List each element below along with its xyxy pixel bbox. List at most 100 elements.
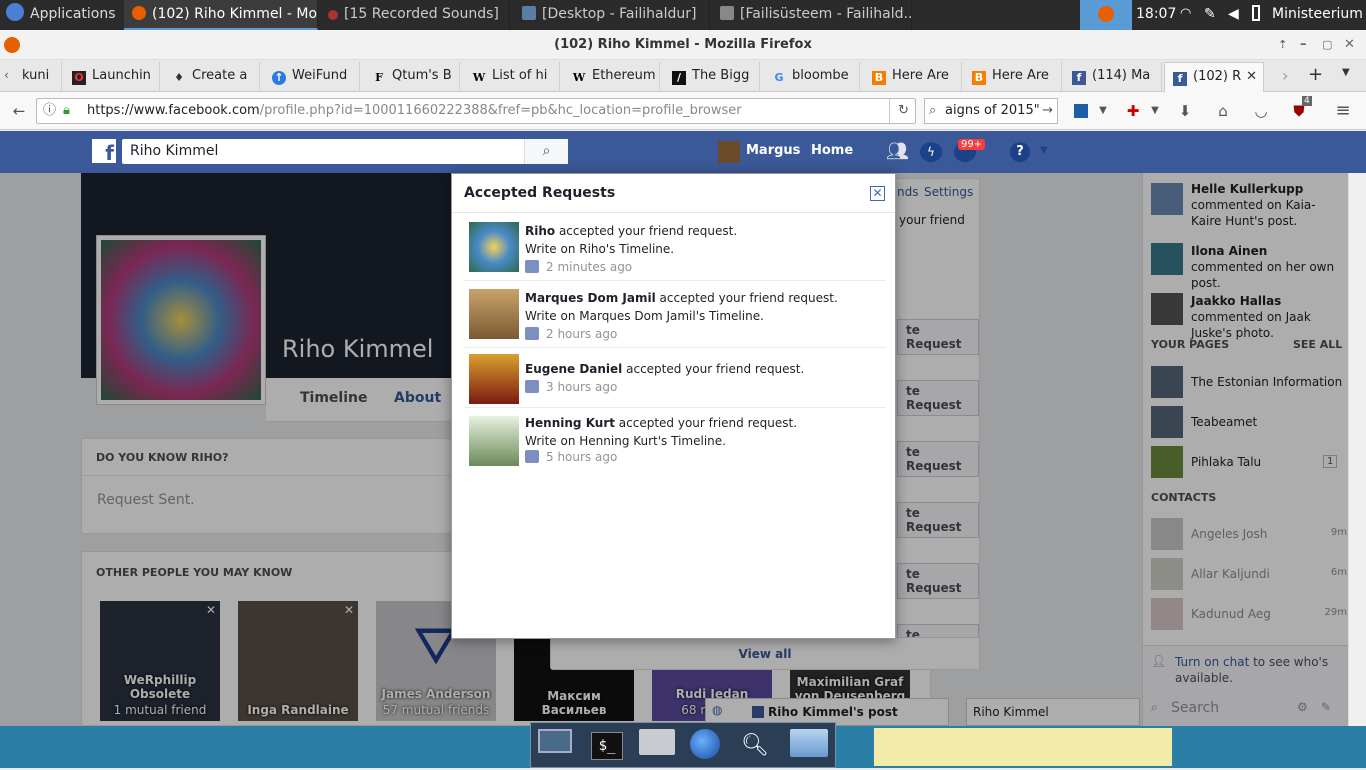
riho-avatar[interactable]	[469, 222, 519, 272]
window-up-icon[interactable]: ⇡	[1278, 30, 1287, 60]
maximize-icon[interactable]: ▢	[1322, 30, 1332, 60]
page-scrollbar[interactable]	[1348, 173, 1366, 726]
show-desktop-icon[interactable]	[535, 729, 575, 763]
sidebar-overlay	[1142, 173, 1348, 726]
henning-avatar[interactable]	[469, 416, 519, 466]
facebook-favicon: f	[1173, 72, 1187, 86]
request-name-link[interactable]: Henning Kurt	[525, 416, 615, 430]
request-item: Henning Kurt accepted your friend reques…	[464, 408, 886, 474]
window-titlebar: (102) Riho Kimmel - Mozilla Firefox ⇡ – …	[0, 30, 1366, 60]
url-bar[interactable]: ⓘ 🔒︎ https://www.facebook.com/profile.ph…	[36, 98, 916, 124]
record-icon	[328, 10, 338, 20]
tab-9[interactable]: B Here Are	[864, 62, 962, 92]
home-icon[interactable]: ⌂	[1214, 102, 1232, 120]
weifund-favicon: ↑	[272, 71, 286, 85]
download-icon[interactable]: ⬇	[1176, 102, 1194, 120]
marques-avatar[interactable]	[469, 289, 519, 339]
drive-icon	[720, 6, 734, 20]
friend-requests-icon[interactable]: 👥︎	[886, 141, 909, 162]
account-dropdown-icon[interactable]: ▼	[1040, 145, 1048, 156]
tab-scroll-right-icon[interactable]: ›	[1282, 66, 1288, 85]
cross-dropdown-icon[interactable]: ▼	[1146, 102, 1164, 120]
notes-icon[interactable]: ✎	[1204, 0, 1222, 30]
taskbar-item-sounds[interactable]: [15 Recorded Sounds]	[320, 0, 510, 30]
tab-12-active[interactable]: f (102) R ✕	[1164, 62, 1264, 92]
user-avatar[interactable]	[718, 141, 740, 163]
search-input[interactable]: ⌕ aigns of 2015" →	[924, 98, 1058, 124]
eugene-avatar[interactable]	[469, 354, 519, 404]
reload-icon[interactable]: ↻	[889, 99, 909, 123]
accepted-requests-dialog: Accepted Requests ✕ Riho accepted your f…	[451, 173, 896, 639]
tab-11[interactable]: f (114) Ma	[1064, 62, 1162, 92]
save-icon[interactable]	[1072, 102, 1090, 120]
workspace-switcher[interactable]	[1080, 0, 1132, 30]
blogger-favicon: B	[972, 71, 986, 85]
home-folder-icon[interactable]	[637, 729, 677, 763]
terminal-icon[interactable]: $_	[587, 729, 627, 763]
fb-search-button[interactable]: ⌕	[524, 139, 568, 164]
battery-icon[interactable]	[1252, 0, 1266, 30]
blogger-favicon: B	[872, 71, 886, 85]
tab-10[interactable]: B Here Are	[964, 62, 1062, 92]
oc-favicon: O	[72, 71, 86, 85]
request-item: Eugene Daniel accepted your friend reque…	[464, 348, 886, 408]
request-item: Riho accepted your friend request. Write…	[464, 214, 886, 281]
save-dropdown-icon[interactable]: ▼	[1094, 102, 1112, 120]
xfce-mouse-icon	[6, 3, 24, 21]
taskbar-item-firefox[interactable]: (102) Riho Kimmel - Mo...	[124, 0, 318, 30]
applications-menu[interactable]: Applications	[0, 0, 122, 30]
sticky-note	[874, 728, 1172, 766]
write-on-timeline-link[interactable]: Write on Henning Kurt's Timeline.	[525, 432, 726, 450]
search-go-icon[interactable]: →	[1042, 99, 1053, 123]
close-icon[interactable]: ✕	[870, 186, 885, 201]
firefox-app-icon	[4, 37, 20, 53]
tab-scroll-left-icon[interactable]: ‹	[4, 68, 9, 82]
back-icon[interactable]: ←	[10, 102, 28, 120]
request-name-link[interactable]: Marques Dom Jamil	[525, 291, 656, 305]
messenger-icon[interactable]: ϟ	[920, 142, 942, 162]
volume-icon[interactable]: ◀	[1228, 0, 1246, 30]
wikipedia-favicon: W	[472, 71, 486, 84]
tab-3[interactable]: ↑ WeiFund	[264, 62, 360, 92]
request-name-link[interactable]: Eugene Daniel	[525, 362, 622, 376]
home-link[interactable]: Home	[810, 143, 853, 158]
file-manager-icon[interactable]	[789, 729, 829, 763]
write-on-timeline-link[interactable]: Write on Riho's Timeline.	[525, 240, 674, 258]
new-tab-icon[interactable]: +	[1308, 64, 1323, 85]
menu-icon[interactable]: ≡	[1334, 102, 1352, 120]
wifi-icon[interactable]: ◠	[1180, 0, 1198, 30]
tab-5[interactable]: W List of hi	[464, 62, 560, 92]
help-icon[interactable]: ?	[1010, 142, 1030, 162]
profile-link[interactable]: Margus	[746, 143, 800, 158]
dock-panel: $_ 🔍︎	[530, 722, 836, 768]
clock[interactable]: 18:07	[1136, 0, 1176, 30]
user-name[interactable]: Ministeerium	[1268, 0, 1366, 30]
tab-6[interactable]: W Ethereum	[564, 62, 660, 92]
facebook-logo-icon[interactable]: f	[92, 139, 116, 165]
minimize-icon[interactable]: –	[1300, 30, 1307, 60]
tab-8[interactable]: Gbloombe	[764, 62, 860, 92]
taskbar-item-desktop[interactable]: [Desktop - Failihaldur]	[514, 0, 710, 30]
fb-search-input[interactable]: Riho Kimmel ⌕	[122, 139, 568, 164]
tab-7[interactable]: / The Bigg	[664, 62, 760, 92]
window-title: (102) Riho Kimmel - Mozilla Firefox	[554, 37, 812, 52]
red-cross-icon[interactable]: ✚	[1124, 102, 1142, 120]
pocket-icon[interactable]: ◡	[1252, 102, 1270, 120]
write-on-timeline-link[interactable]: Write on Marques Dom Jamil's Timeline.	[525, 307, 764, 325]
tab-list-icon[interactable]: ▼	[1342, 67, 1350, 78]
tab-0[interactable]: kuni	[14, 62, 62, 92]
tab-2[interactable]: ♦ Create a	[164, 62, 260, 92]
forbes-favicon: F	[375, 71, 383, 84]
tab-4[interactable]: F Qtum's B	[364, 62, 460, 92]
tab-close-icon[interactable]: ✕	[1246, 63, 1257, 91]
dialog-title: Accepted Requests	[464, 185, 616, 201]
app-finder-icon[interactable]: 🔍︎	[735, 729, 775, 763]
request-name-link[interactable]: Riho	[525, 224, 555, 238]
close-window-icon[interactable]: ✕	[1344, 30, 1355, 60]
friends-icon	[525, 260, 539, 273]
tab-1[interactable]: O Launchin	[64, 62, 160, 92]
info-icon: ⓘ	[43, 103, 57, 118]
lock-icon: 🔒︎	[63, 103, 70, 118]
web-browser-icon[interactable]	[685, 729, 725, 763]
taskbar-item-filesystem[interactable]: [Failisüsteem - Failihald...	[712, 0, 912, 30]
